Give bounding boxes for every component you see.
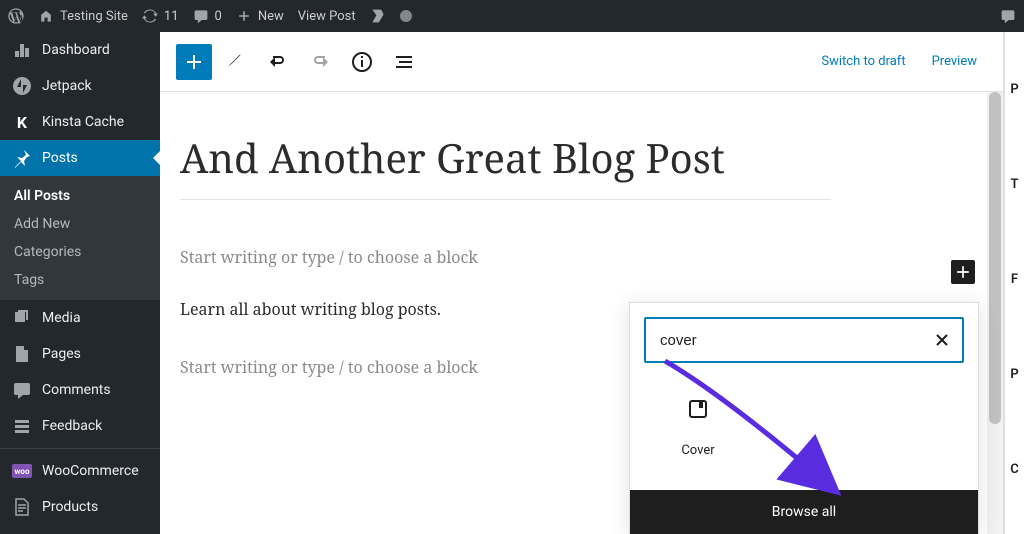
yoast-status-dot[interactable] bbox=[400, 10, 412, 22]
empty-paragraph-1[interactable]: Start writing or type / to choose a bloc… bbox=[180, 240, 831, 268]
view-post-link[interactable]: View Post bbox=[298, 9, 356, 24]
woocommerce-icon: woo bbox=[12, 461, 32, 481]
sidebar-sub-tags[interactable]: Tags bbox=[0, 266, 160, 294]
settings-sidebar-edge: P T F P C bbox=[1004, 32, 1024, 534]
sidebar-item-label: Pages bbox=[42, 346, 81, 362]
sidebar-item-label: Dashboard bbox=[42, 42, 110, 58]
sidebar-item-kinsta[interactable]: K Kinsta Cache bbox=[0, 104, 160, 140]
inline-add-block-button[interactable] bbox=[951, 260, 975, 284]
sidebar-item-label: Products bbox=[42, 499, 98, 515]
comments-icon bbox=[12, 380, 32, 400]
comments-count: 0 bbox=[215, 9, 222, 24]
products-icon bbox=[12, 497, 32, 517]
pages-icon bbox=[12, 344, 32, 364]
sidebar-item-comments[interactable]: Comments bbox=[0, 372, 160, 408]
sidebar-sub-categories[interactable]: Categories bbox=[0, 238, 160, 266]
pin-icon bbox=[12, 148, 32, 168]
switch-to-draft-button[interactable]: Switch to draft bbox=[811, 48, 915, 75]
browse-all-button[interactable]: Browse all bbox=[630, 490, 978, 534]
tools-button[interactable] bbox=[218, 44, 254, 80]
add-block-button[interactable] bbox=[176, 44, 212, 80]
dashboard-icon bbox=[12, 40, 32, 60]
sidebar-sub-add-new[interactable]: Add New bbox=[0, 210, 160, 238]
new-label: New bbox=[258, 9, 284, 24]
new-content[interactable]: New bbox=[236, 8, 284, 24]
clear-search-button[interactable] bbox=[926, 324, 958, 356]
comments-bubble[interactable]: 0 bbox=[193, 8, 222, 24]
cover-block-icon bbox=[686, 397, 710, 421]
preview-button[interactable]: Preview bbox=[922, 48, 987, 75]
sidebar-item-label: WooCommerce bbox=[42, 463, 139, 479]
sidebar-item-woocommerce[interactable]: woo WooCommerce bbox=[0, 453, 160, 489]
wp-logo[interactable] bbox=[8, 8, 24, 24]
sidebar-sub-all-posts[interactable]: All Posts bbox=[0, 182, 160, 210]
block-result-label: Cover bbox=[652, 443, 744, 458]
sidebar-item-dashboard[interactable]: Dashboard bbox=[0, 32, 160, 68]
jetpack-icon bbox=[12, 76, 32, 96]
sidebar-item-label: Feedback bbox=[42, 418, 102, 434]
media-icon bbox=[12, 308, 32, 328]
sidebar-item-label: Comments bbox=[42, 382, 111, 398]
account-icon[interactable] bbox=[1000, 8, 1016, 24]
block-search-input[interactable] bbox=[644, 317, 964, 363]
block-inserter-popover: Cover Browse all bbox=[629, 302, 979, 534]
undo-button[interactable] bbox=[260, 44, 296, 80]
sidebar-posts-submenu: All Posts Add New Categories Tags bbox=[0, 176, 160, 300]
site-name-label: Testing Site bbox=[60, 9, 128, 24]
sidebar-item-jetpack[interactable]: Jetpack bbox=[0, 68, 160, 104]
sidebar-item-pages[interactable]: Pages bbox=[0, 336, 160, 372]
block-result-cover[interactable]: Cover bbox=[648, 389, 748, 466]
sidebar-item-media[interactable]: Media bbox=[0, 300, 160, 336]
post-title[interactable]: And Another Great Blog Post bbox=[180, 120, 831, 200]
sidebar-item-products[interactable]: Products bbox=[0, 489, 160, 525]
feedback-icon bbox=[12, 416, 32, 436]
editor-topbar: Switch to draft Preview bbox=[160, 32, 1003, 92]
outline-button[interactable] bbox=[386, 44, 422, 80]
sidebar-item-label: Posts bbox=[42, 150, 78, 166]
redo-button[interactable] bbox=[302, 44, 338, 80]
admin-sidebar: Dashboard Jetpack K Kinsta Cache Posts A… bbox=[0, 32, 160, 534]
yoast-icon[interactable] bbox=[370, 8, 386, 24]
sidebar-item-posts[interactable]: Posts bbox=[0, 140, 160, 176]
sidebar-item-label: Jetpack bbox=[42, 78, 92, 94]
kinsta-icon: K bbox=[12, 112, 32, 132]
sidebar-item-label: Media bbox=[42, 310, 81, 326]
updates[interactable]: 11 bbox=[142, 8, 179, 24]
site-name[interactable]: Testing Site bbox=[38, 8, 128, 24]
sidebar-item-feedback[interactable]: Feedback bbox=[0, 408, 160, 444]
info-button[interactable] bbox=[344, 44, 380, 80]
sidebar-item-label: Kinsta Cache bbox=[42, 114, 124, 130]
updates-count: 11 bbox=[164, 9, 179, 24]
